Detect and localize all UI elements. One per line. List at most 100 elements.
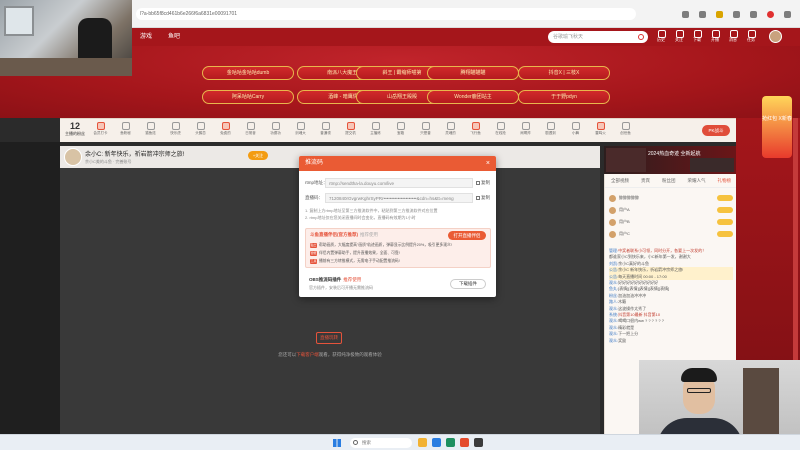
taskbar-search[interactable]: 搜索 bbox=[350, 438, 412, 448]
streamer-avatar[interactable] bbox=[64, 148, 82, 166]
open-companion-button[interactable]: 打开直播伴侣 bbox=[448, 231, 486, 240]
gift-item[interactable]: 会员打卡 bbox=[90, 121, 111, 141]
side-ad-banner[interactable]: 2024热血奇迹 全新起航 bbox=[604, 146, 736, 174]
chat-username[interactable]: 公告: bbox=[609, 274, 618, 279]
gift-item[interactable]: 猫鱼炫 bbox=[140, 121, 161, 141]
gift-icon bbox=[246, 122, 255, 130]
taskbar-app-icon[interactable] bbox=[474, 438, 483, 447]
gift-icon bbox=[96, 122, 105, 130]
gift-item[interactable]: 主播炼 bbox=[365, 121, 386, 141]
tab-vip[interactable]: 贵宾 bbox=[641, 178, 650, 187]
nav-yuba[interactable]: 鱼吧 bbox=[168, 31, 180, 43]
gift-item[interactable]: 快乐虎 bbox=[165, 121, 186, 141]
gift-item[interactable]: 灵魂的 bbox=[440, 121, 461, 141]
chat-username[interactable]: 观众: bbox=[609, 318, 618, 323]
side-promo-badge[interactable]: 抢红包 X新春 bbox=[762, 96, 792, 158]
gift-label: 提交机 bbox=[345, 131, 356, 135]
gift-item[interactable]: 只是普 bbox=[415, 121, 436, 141]
close-icon[interactable]: × bbox=[486, 156, 490, 171]
search-icon[interactable] bbox=[638, 34, 644, 40]
banner-streamer-button[interactable]: 阿呆咕咕Carry bbox=[202, 90, 294, 104]
tab-gift-rank[interactable]: 礼物榜 bbox=[718, 178, 732, 187]
zoom-icon[interactable] bbox=[699, 11, 706, 18]
banner-streamer-button[interactable]: 腾翔瞄瞄瞄 bbox=[427, 66, 519, 80]
gift-item[interactable]: 普通领 bbox=[315, 121, 336, 141]
taskbar-app-icon[interactable] bbox=[432, 438, 441, 447]
copy-rtmp-button[interactable]: 复制 bbox=[476, 178, 490, 188]
gift-item[interactable]: 飞行鱼 bbox=[465, 121, 486, 141]
banner-streamer-button[interactable]: 于于野pdyn bbox=[518, 90, 610, 104]
gift-item[interactable]: 雷鸣火 bbox=[590, 121, 611, 141]
history-button[interactable]: 历史 bbox=[654, 29, 668, 45]
messages-button[interactable]: 消息 bbox=[726, 29, 740, 45]
gift-item[interactable]: 功德功 bbox=[265, 121, 286, 141]
gift-item[interactable]: 在线抢 bbox=[490, 121, 511, 141]
site-search-input[interactable]: 谷歌瑜飞秋天 bbox=[548, 31, 648, 43]
rank-row[interactable]: 用户C bbox=[609, 228, 733, 240]
copy-key-button[interactable]: 复制 bbox=[476, 193, 490, 203]
chat-username[interactable]: 粉丝: bbox=[609, 293, 618, 298]
gift-item[interactable]: 小舞 bbox=[565, 121, 586, 141]
chat-username[interactable]: 观众: bbox=[609, 280, 618, 285]
go-live-button[interactable]: 开播 bbox=[708, 29, 722, 45]
tab-honor[interactable]: 荣耀人气 bbox=[688, 178, 706, 187]
download-button[interactable]: 下载 bbox=[690, 29, 704, 45]
rank-row[interactable]: 用户A bbox=[609, 204, 733, 216]
collections-icon[interactable] bbox=[733, 11, 740, 18]
stream-key-input[interactable]: 7120840rGvgrwKghrSyPRr••••••••••••••••••… bbox=[325, 193, 473, 203]
address-bar[interactable]: l?a-bb65f8cd461b6e266f6a6831e00091701 bbox=[136, 8, 636, 20]
more-icon[interactable] bbox=[784, 11, 791, 18]
chat-text: 这波操作太秀了 bbox=[618, 305, 647, 311]
extensions-icon[interactable] bbox=[750, 11, 757, 18]
gift-item[interactable]: 剧透到 bbox=[540, 121, 561, 141]
video-cta-button[interactable]: 直播玩转 bbox=[316, 332, 342, 344]
rank-row[interactable]: 鲸鲸鲸鲸鲸 bbox=[609, 192, 733, 204]
gift-item[interactable]: 闹啊炸 bbox=[515, 121, 536, 141]
chat-username[interactable]: 刘凯: bbox=[609, 261, 618, 266]
gift-item[interactable]: 日常奋 bbox=[240, 121, 261, 141]
rank-row[interactable]: 用户B bbox=[609, 216, 733, 228]
favorite-star-icon[interactable] bbox=[716, 11, 723, 18]
tab-all-videos[interactable]: 全部视频 bbox=[611, 178, 629, 187]
banner-streamer-button[interactable]: Wonder鹿团站主 bbox=[427, 90, 519, 104]
follow-streamer-button[interactable]: +关注 bbox=[248, 151, 268, 160]
tab-fans[interactable]: 粉丝团 bbox=[662, 178, 676, 187]
chat-username[interactable]: 观众: bbox=[609, 331, 618, 336]
gift-item[interactable]: 宝箱 bbox=[390, 121, 411, 141]
taskbar-app-icon[interactable] bbox=[446, 438, 455, 447]
gift-label: 在线抢 bbox=[495, 131, 506, 135]
gift-icon bbox=[346, 122, 355, 130]
taskbar-app-icon[interactable] bbox=[418, 438, 427, 447]
refresh-icon[interactable] bbox=[682, 11, 689, 18]
gift-item[interactable]: 创世鱼 bbox=[615, 121, 636, 141]
profile-icon[interactable] bbox=[767, 11, 774, 18]
gift-items: 会员打卡 鱼粉秘 猫鱼炫 快乐虎 头鹊恋 免费的 日常奋 功德功 剑魂大 普通领 提交机 主播炼 宝箱 只… bbox=[90, 121, 636, 141]
download-plugin-button[interactable]: 下载插件 bbox=[450, 279, 486, 289]
pk-button[interactable]: PK战斗 bbox=[702, 125, 730, 136]
banner-streamer-button[interactable]: 金咕咕金咕咕dumb bbox=[202, 66, 294, 80]
chat-username[interactable]: 观众: bbox=[609, 306, 618, 311]
gift-item[interactable]: 鱼粉秘 bbox=[115, 121, 136, 141]
chat-username[interactable]: 观众: bbox=[609, 325, 618, 330]
taskbar-app-icon[interactable] bbox=[460, 438, 469, 447]
chat-text: 奖励 bbox=[618, 337, 627, 343]
follow-button[interactable]: 关注 bbox=[672, 29, 686, 45]
gift-item[interactable]: 头鹊恋 bbox=[190, 121, 211, 141]
tasks-button[interactable]: 任务 bbox=[744, 29, 758, 45]
chat-username[interactable]: 鱼丸: bbox=[609, 286, 618, 291]
chat-username[interactable]: 观众: bbox=[609, 338, 618, 343]
chat-username[interactable]: 系统: bbox=[609, 312, 618, 317]
rtmp-address-input[interactable]: rtmp://sendtha-la.douyu.com/live bbox=[325, 178, 473, 188]
gift-item[interactable]: 剑魂大 bbox=[290, 121, 311, 141]
download-client-link[interactable]: 下载客户端 bbox=[296, 352, 319, 357]
banner-streamer-button[interactable]: 抖音X | 三枝X bbox=[518, 66, 610, 80]
windows-start-icon[interactable] bbox=[333, 439, 341, 447]
gift-item[interactable]: 提交机 bbox=[340, 121, 361, 141]
chat-username[interactable]: 管理: bbox=[609, 248, 618, 253]
chat-username[interactable]: 路人: bbox=[609, 299, 618, 304]
gift-item[interactable]: 免费的 bbox=[215, 121, 236, 141]
nav-games[interactable]: 游戏 bbox=[140, 31, 152, 43]
chat-username[interactable]: 公告: bbox=[609, 267, 618, 272]
gift-label: 会员打卡 bbox=[93, 131, 108, 135]
user-avatar[interactable] bbox=[769, 30, 782, 43]
